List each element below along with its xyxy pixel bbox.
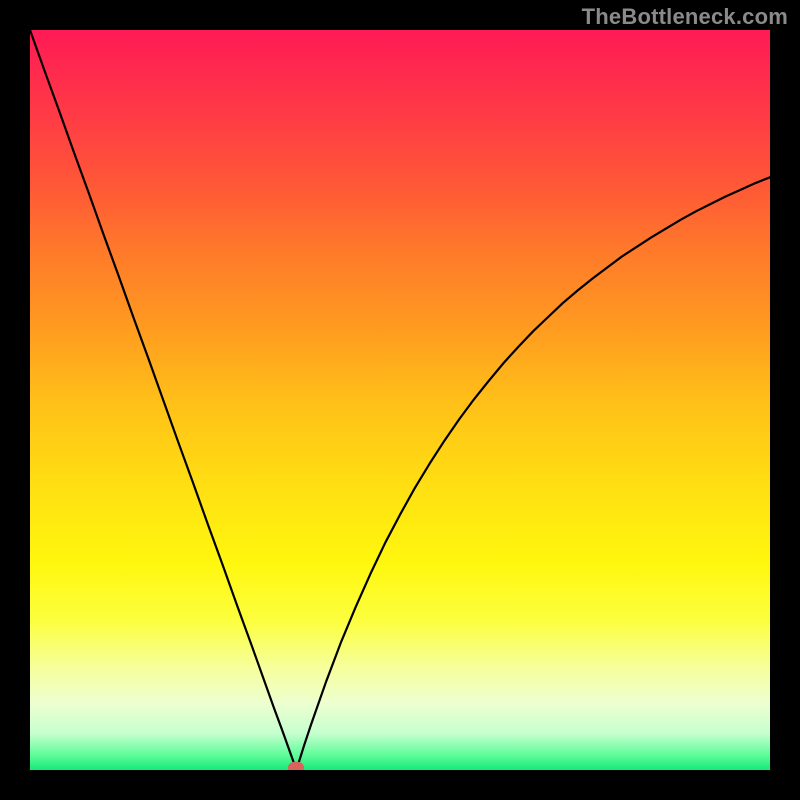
bottleneck-curve [30, 30, 770, 770]
minimum-marker [288, 762, 304, 770]
chart-frame: TheBottleneck.com [0, 0, 800, 800]
plot-area [30, 30, 770, 770]
watermark-text: TheBottleneck.com [582, 4, 788, 30]
curve-svg [30, 30, 770, 770]
